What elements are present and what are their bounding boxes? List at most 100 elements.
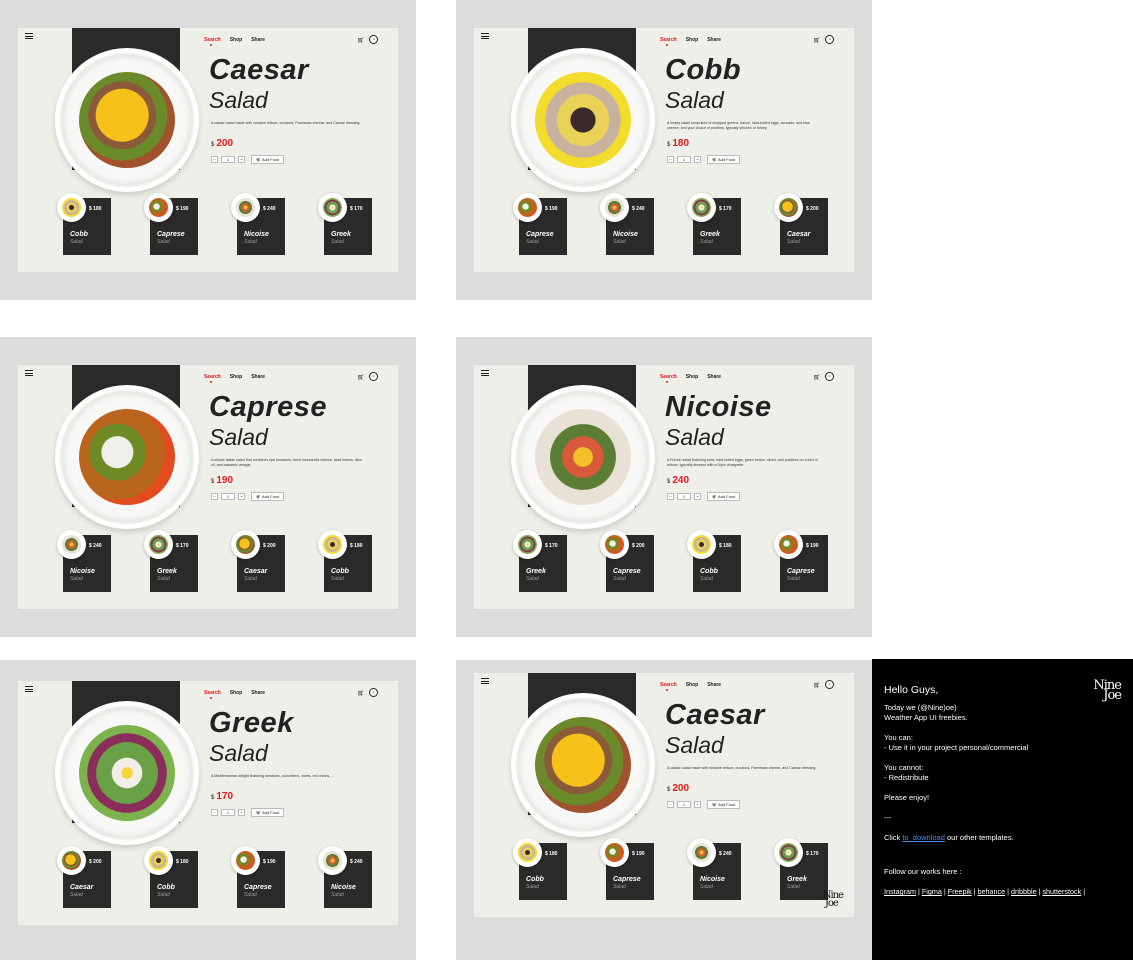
nav-shop[interactable]: Shop: [686, 682, 699, 688]
salad-thumb-card[interactable]: $ 170 Greek Salad: [687, 193, 741, 255]
salad-thumb-card[interactable]: $ 240 Nicoise Salad: [687, 838, 741, 900]
nav-share[interactable]: Share: [251, 37, 265, 43]
download-link[interactable]: to_download: [902, 833, 945, 842]
salad-thumb-card[interactable]: $ 180 Cobb Salad: [318, 530, 372, 592]
decrement-button[interactable]: −: [667, 156, 674, 163]
salad-thumb-card[interactable]: $ 190 Caprese Salad: [600, 838, 654, 900]
decrement-button[interactable]: −: [211, 809, 218, 816]
increment-button[interactable]: +: [238, 493, 245, 500]
salad-thumb-list: $ 170 Greek Salad $ 200 Caprese Salad $ …: [513, 530, 828, 592]
salad-title: Caesar: [209, 54, 309, 86]
add-food-button[interactable]: 🛒︎ Add Food: [251, 492, 285, 501]
avatar-icon[interactable]: ☺: [369, 372, 378, 381]
nav-shop[interactable]: Shop: [230, 37, 243, 43]
avatar-icon[interactable]: ☺: [369, 35, 378, 44]
add-food-button[interactable]: 🛒︎ Add Food: [251, 155, 285, 164]
increment-button[interactable]: +: [694, 156, 701, 163]
menu-icon[interactable]: [481, 370, 489, 376]
decrement-button[interactable]: −: [211, 156, 218, 163]
thumb-price: $ 240: [263, 206, 276, 212]
avatar-icon[interactable]: ☺: [825, 372, 834, 381]
quantity-row: − 1 + 🛒︎ Add Food: [211, 155, 285, 164]
salad-thumb-card[interactable]: $ 180 Cobb Salad: [513, 838, 567, 900]
salad-thumb-card[interactable]: $ 190 Caprese Salad: [144, 193, 198, 255]
salad-thumb-card[interactable]: $ 200 Caprese Salad: [600, 530, 654, 592]
social-link-shutterstock[interactable]: shutterstock: [1042, 887, 1081, 896]
menu-icon[interactable]: [481, 33, 489, 39]
menu-icon[interactable]: [25, 33, 33, 39]
add-food-button[interactable]: 🛒︎ Add Food: [251, 808, 285, 817]
salad-thumb-card[interactable]: $ 190 Caprese Salad: [231, 846, 285, 908]
nav-share[interactable]: Share: [251, 374, 265, 380]
avatar-icon[interactable]: ☺: [369, 688, 378, 697]
add-food-button[interactable]: 🛒︎ Add Food: [707, 800, 741, 809]
nav-share[interactable]: Share: [707, 682, 721, 688]
menu-icon[interactable]: [25, 686, 33, 692]
divider-text: ---: [884, 813, 892, 822]
nav-share[interactable]: Share: [251, 690, 265, 696]
nav-share[interactable]: Share: [707, 37, 721, 43]
salad-thumb-card[interactable]: $ 190 Caprese Salad: [513, 193, 567, 255]
cart-icon[interactable]: 🛒︎: [357, 37, 365, 44]
decrement-button[interactable]: −: [211, 493, 218, 500]
decrement-button[interactable]: −: [667, 493, 674, 500]
salad-thumb-card[interactable]: $ 200 Caesar Salad: [774, 193, 828, 255]
nav-shop[interactable]: Shop: [230, 690, 243, 696]
nav-search[interactable]: Search: [204, 690, 221, 699]
social-link-instagram[interactable]: Instagram: [884, 887, 916, 896]
salad-thumb-card[interactable]: $ 200 Caesar Salad: [57, 846, 111, 908]
salad-thumb-card[interactable]: $ 200 Caesar Salad: [231, 530, 285, 592]
cart-icon[interactable]: 🛒︎: [813, 682, 821, 689]
thumb-name: Greek: [526, 568, 546, 575]
increment-button[interactable]: +: [238, 156, 245, 163]
salad-thumb-card[interactable]: $ 170 Greek Salad: [144, 530, 198, 592]
thumb-plate: [57, 846, 86, 875]
salad-thumb-card[interactable]: $ 240 Nicoise Salad: [57, 530, 111, 592]
cart-icon[interactable]: 🛒︎: [813, 37, 821, 44]
quantity-value: 1: [221, 156, 235, 163]
nav-search[interactable]: Search: [660, 682, 677, 691]
cart-icon[interactable]: 🛒︎: [357, 690, 365, 697]
add-food-button[interactable]: 🛒︎ Add Food: [707, 492, 741, 501]
nav-search[interactable]: Search: [204, 37, 221, 46]
avatar-icon[interactable]: ☺: [825, 680, 834, 689]
thumb-food-image: [236, 198, 255, 217]
cannot-section: You cannot: - Redistribute: [884, 763, 929, 782]
salad-thumb-card[interactable]: $ 240 Nicoise Salad: [318, 846, 372, 908]
menu-icon[interactable]: [481, 678, 489, 684]
increment-button[interactable]: +: [238, 809, 245, 816]
social-link-dribbble[interactable]: dribbble: [1011, 887, 1037, 896]
nav-search[interactable]: Search: [204, 374, 221, 383]
salad-thumb-card[interactable]: $ 190 Caprese Salad: [774, 530, 828, 592]
cart-icon[interactable]: 🛒︎: [813, 374, 821, 381]
nav-share[interactable]: Share: [707, 374, 721, 380]
avatar-icon[interactable]: ☺: [825, 35, 834, 44]
salad-price: $180: [667, 138, 690, 149]
salad-thumb-card[interactable]: $ 180 Cobb Salad: [57, 193, 111, 255]
nav-search[interactable]: Search: [660, 37, 677, 46]
salad-thumb-card[interactable]: $ 170 Greek Salad: [774, 838, 828, 900]
salad-thumb-card[interactable]: $ 170 Greek Salad: [318, 193, 372, 255]
nav-shop[interactable]: Shop: [230, 374, 243, 380]
nav-shop[interactable]: Shop: [686, 37, 699, 43]
salad-thumb-card[interactable]: $ 240 Nicoise Salad: [600, 193, 654, 255]
thumb-name: Greek: [331, 231, 351, 238]
thumb-price: $ 190: [545, 206, 558, 212]
salad-thumb-card[interactable]: $ 180 Cobb Salad: [687, 530, 741, 592]
app-screen-caesar: Search Shop Share 🛒︎ ☺ Caesar Salad A cl…: [474, 673, 854, 917]
nav-search[interactable]: Search: [660, 374, 677, 383]
social-link-behance[interactable]: behance: [978, 887, 1006, 896]
cart-icon[interactable]: 🛒︎: [357, 374, 365, 381]
decrement-button[interactable]: −: [667, 801, 674, 808]
thumb-plate: [600, 530, 629, 559]
salad-thumb-card[interactable]: $ 180 Cobb Salad: [144, 846, 198, 908]
menu-icon[interactable]: [25, 370, 33, 376]
increment-button[interactable]: +: [694, 801, 701, 808]
increment-button[interactable]: +: [694, 493, 701, 500]
social-link-freepik[interactable]: Freepik: [948, 887, 972, 896]
salad-thumb-card[interactable]: $ 170 Greek Salad: [513, 530, 567, 592]
salad-thumb-card[interactable]: $ 240 Nicoise Salad: [231, 193, 285, 255]
social-link-figma[interactable]: Figma: [922, 887, 942, 896]
nav-shop[interactable]: Shop: [686, 374, 699, 380]
add-food-button[interactable]: 🛒︎ Add Food: [707, 155, 741, 164]
